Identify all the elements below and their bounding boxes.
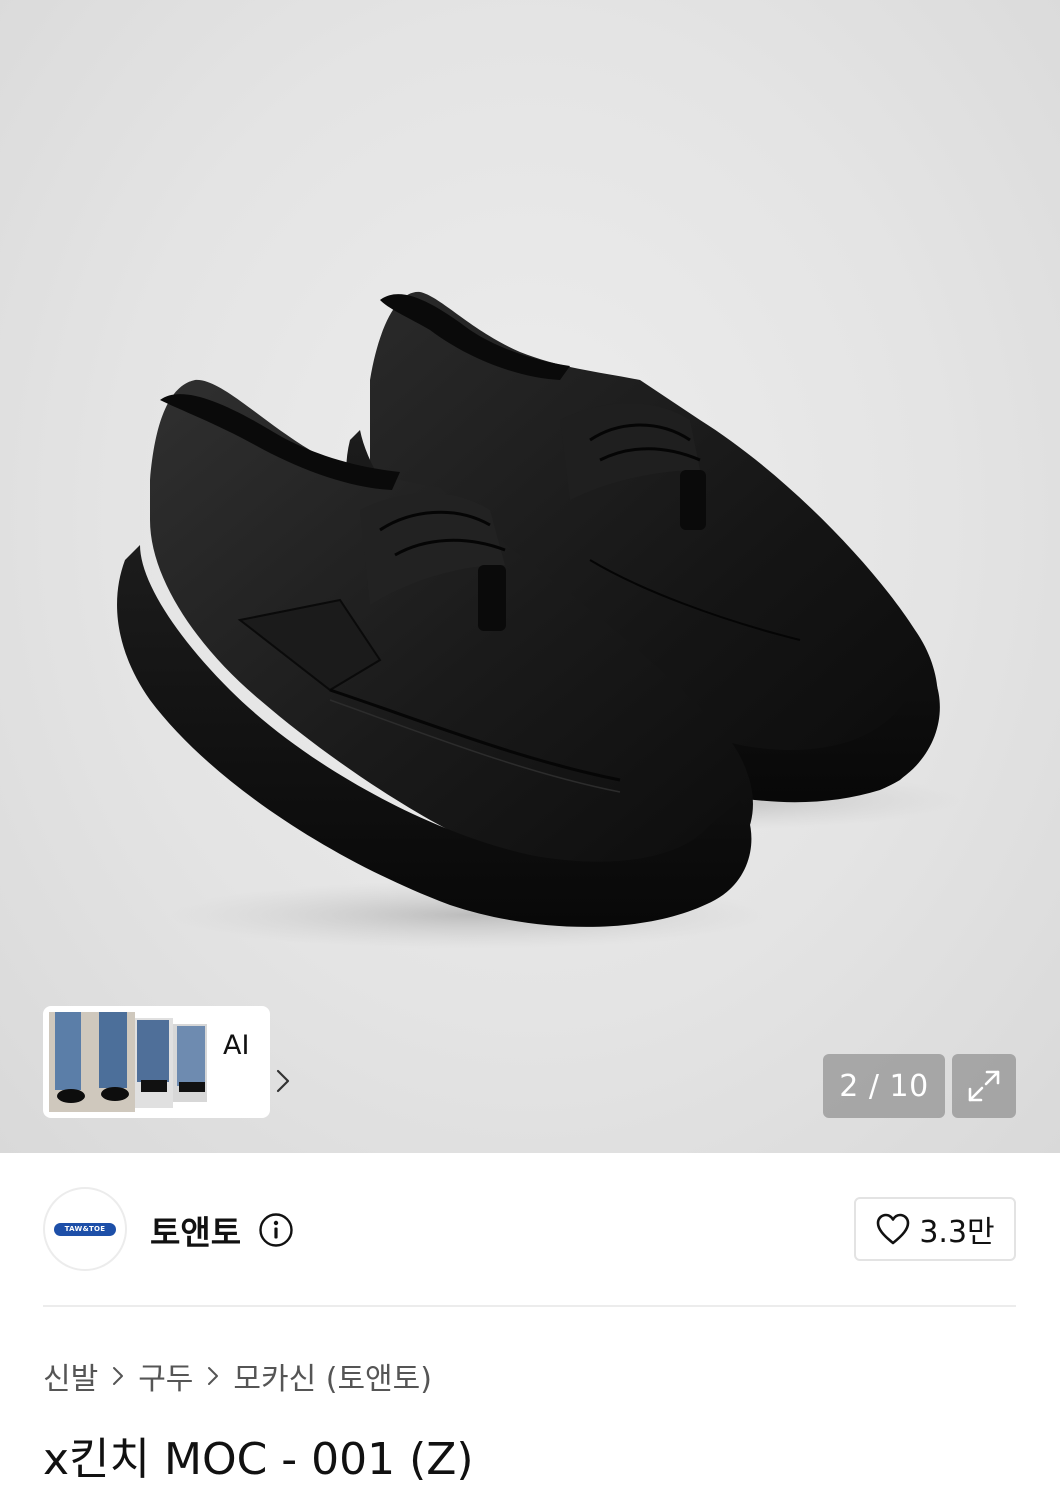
- product-page: AI 2 / 10 TAW&TOE 토앤토 3.3만 신발 구두 모카신 (토앤…: [0, 0, 1060, 1500]
- product-title: x킨치 MOC - 001 (Z): [43, 1434, 474, 1485]
- heart-icon: [877, 1213, 910, 1245]
- breadcrumb-item-moccasin[interactable]: 모카신 (토앤토): [233, 1354, 432, 1398]
- expand-image-button[interactable]: [952, 1054, 1016, 1118]
- ai-label: AI: [223, 1030, 250, 1061]
- brand-logo-text: TAW&TOE: [54, 1222, 116, 1236]
- divider: [43, 1305, 1016, 1307]
- product-image: [117, 291, 960, 949]
- product-image-gallery[interactable]: AI 2 / 10: [0, 0, 1060, 1153]
- chevron-right-icon: [112, 1366, 124, 1386]
- brand-logo[interactable]: TAW&TOE: [43, 1187, 127, 1271]
- image-counter: 2 / 10: [823, 1054, 945, 1118]
- like-count: 3.3만: [919, 1215, 995, 1250]
- chevron-right-icon: [276, 1069, 290, 1093]
- info-icon[interactable]: [258, 1212, 294, 1248]
- like-button[interactable]: 3.3만: [854, 1197, 1016, 1261]
- chevron-right-icon: [207, 1366, 219, 1386]
- brand-name[interactable]: 토앤토: [150, 1206, 241, 1254]
- ai-thumbnail-stack: [49, 1012, 207, 1112]
- breadcrumb-item-shoes[interactable]: 신발: [43, 1354, 98, 1398]
- breadcrumb-item-dress-shoes[interactable]: 구두: [138, 1354, 193, 1398]
- ai-fitting-card[interactable]: AI: [43, 1006, 290, 1118]
- expand-icon: [968, 1070, 1000, 1102]
- breadcrumb: 신발 구두 모카신 (토앤토): [43, 1354, 432, 1398]
